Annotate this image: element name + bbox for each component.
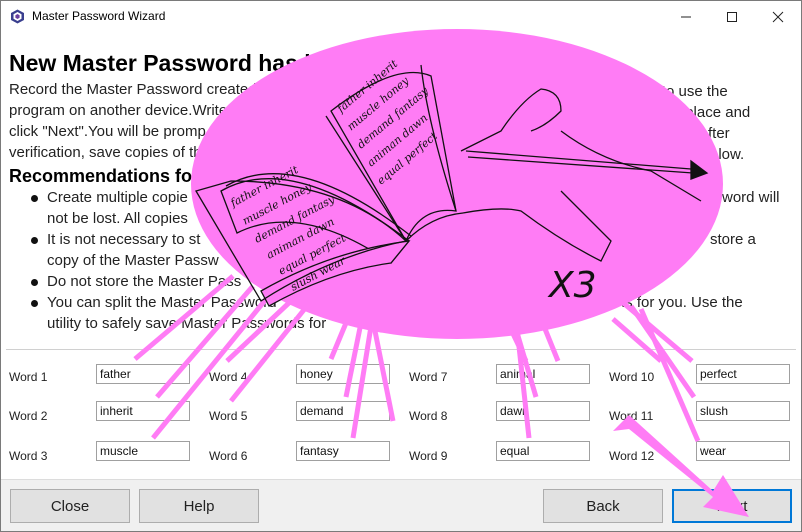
word-3-label: Word 3	[9, 449, 48, 463]
recommendation-2-end: store a	[710, 231, 756, 248]
word-1-field[interactable]: father	[96, 364, 190, 384]
footer-bar: Close Help Back Next	[1, 479, 801, 531]
word-12-field[interactable]: wear	[696, 441, 790, 461]
word-2-field[interactable]: inherit	[96, 401, 190, 421]
instruction-line-4-end: elow.	[710, 146, 745, 163]
word-8-label: Word 8	[409, 409, 448, 423]
recommendation-1-end: word will	[722, 189, 780, 206]
word-4-field[interactable]: honey	[296, 364, 390, 384]
word-11-field[interactable]: slush	[696, 401, 790, 421]
instruction-line-3: click "Next".You will be promp	[9, 123, 206, 140]
word-3-field[interactable]: muscle	[96, 441, 190, 461]
recommendation-item: It is not necessary to st copy of the Mas…	[31, 229, 789, 271]
word-5-field[interactable]: demand	[296, 401, 390, 421]
maximize-icon	[727, 11, 737, 22]
instruction-line-1-end: want to use the	[626, 83, 728, 100]
app-logo-icon	[11, 9, 24, 24]
recommendation-item: Do not store the Master Pass	[31, 271, 789, 292]
word-10-field[interactable]: perfect	[696, 364, 790, 384]
instruction-line-2-end: one place and	[656, 104, 751, 121]
word-1-label: Word 1	[9, 370, 48, 384]
word-7-label: Word 7	[409, 370, 448, 384]
minimize-button[interactable]	[663, 1, 709, 32]
help-button[interactable]: Help	[139, 489, 259, 523]
recommendation-4-end: ts for you. Use the	[621, 294, 743, 311]
word-2-label: Word 2	[9, 409, 48, 423]
word-10-label: Word 10	[609, 370, 655, 384]
back-button[interactable]: Back	[543, 489, 663, 523]
window-title: Master Password Wizard	[32, 9, 166, 23]
word-7-field[interactable]: animal	[496, 364, 590, 384]
minimize-icon	[681, 16, 691, 17]
instruction-line-3-end: After	[698, 125, 730, 142]
page-heading: New Master Password has bee	[9, 50, 344, 76]
word-grid: Word 1 father Word 2 inherit Word 3 musc…	[1, 357, 801, 467]
master-password-wizard-window: Master Password Wizard New Master Passwo…	[0, 0, 802, 532]
word-8-field[interactable]: dawn	[496, 401, 590, 421]
word-9-label: Word 9	[409, 449, 448, 463]
word-6-label: Word 6	[209, 449, 248, 463]
recommendations-title: Recommendations fo	[9, 166, 193, 186]
word-11-label: Word 11	[609, 409, 654, 423]
close-icon	[772, 11, 784, 22]
instructions-panel: New Master Password has bee Record the M…	[9, 49, 789, 334]
word-4-label: Word 4	[209, 370, 248, 384]
divider	[6, 349, 796, 350]
next-button[interactable]: Next	[672, 489, 792, 523]
title-bar: Master Password Wizard	[1, 1, 801, 32]
instruction-line-4: verification, save copies of th	[9, 144, 202, 161]
close-button[interactable]: Close	[10, 489, 130, 523]
word-6-field[interactable]: fantasy	[296, 441, 390, 461]
recommendation-item: Create multiple copie not be lost. All co…	[31, 187, 789, 229]
word-12-label: Word 12	[609, 449, 655, 463]
word-5-label: Word 5	[209, 409, 248, 423]
close-window-button[interactable]	[755, 1, 801, 32]
maximize-button[interactable]	[709, 1, 755, 32]
word-9-field[interactable]: equal	[496, 441, 590, 461]
